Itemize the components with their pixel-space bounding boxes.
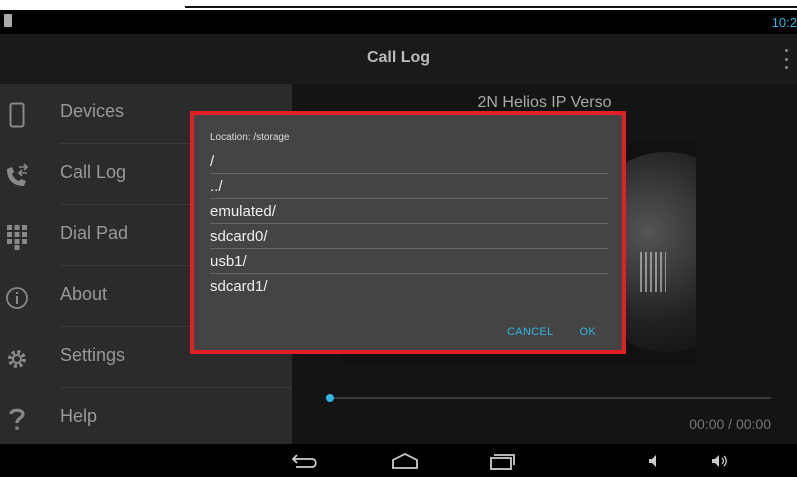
action-bar: Call Log <box>0 34 797 84</box>
file-item-emulated[interactable]: emulated/ <box>210 199 608 224</box>
file-item-usb1[interactable]: usb1/ <box>210 249 608 274</box>
info-icon <box>4 285 30 311</box>
file-item-sdcard1[interactable]: sdcard1/ <box>210 274 608 299</box>
volume-up-button[interactable] <box>702 450 738 472</box>
seek-bar[interactable] <box>326 394 771 402</box>
file-item-parent[interactable]: ../ <box>210 174 608 199</box>
gear-icon <box>4 346 30 372</box>
back-button[interactable] <box>287 450 323 472</box>
sidebar-item-help[interactable]: Help <box>0 389 292 449</box>
file-picker-dialog: Location: /storage / ../ emulated/ sdcar… <box>190 111 626 354</box>
navigation-bar <box>0 444 797 477</box>
camera-image-detail <box>640 252 666 292</box>
file-item-sdcard0[interactable]: sdcard0/ <box>210 224 608 249</box>
recent-apps-icon <box>490 454 515 470</box>
ok-button[interactable]: OK <box>580 326 597 338</box>
dialog-buttons: CANCEL OK <box>507 326 596 338</box>
divider <box>60 387 292 388</box>
playback-time: 00:00 / 00:00 <box>689 416 771 432</box>
status-bar: 10:2 <box>0 10 797 34</box>
call-log-icon <box>4 163 30 189</box>
seek-handle[interactable] <box>326 394 334 402</box>
home-button[interactable] <box>387 450 423 472</box>
page-title: Call Log <box>366 49 431 66</box>
back-icon <box>291 454 317 468</box>
top-edge <box>0 0 797 10</box>
cancel-button[interactable]: CANCEL <box>507 326 553 338</box>
volume-down-icon <box>649 455 656 467</box>
sidebar-item-label: Devices <box>60 101 125 121</box>
sidebar-item-label: Dial Pad <box>60 223 129 243</box>
sd-card-icon <box>4 14 12 27</box>
status-clock: 10:2 <box>771 15 797 30</box>
sidebar-item-label: Call Log <box>60 162 127 182</box>
file-list: / ../ emulated/ sdcard0/ usb1/ sdcard1/ <box>210 149 608 299</box>
sidebar-item-label: Settings <box>60 345 126 365</box>
help-icon <box>4 407 30 433</box>
overflow-menu-icon[interactable] <box>785 49 789 69</box>
file-item-root[interactable]: / <box>210 149 608 174</box>
recent-apps-button[interactable] <box>484 450 520 472</box>
volume-up-icon <box>712 455 727 467</box>
phone-icon <box>4 102 30 128</box>
sidebar-item-label: Help <box>60 406 98 426</box>
sidebar-item-label: About <box>60 284 108 304</box>
dialog-location: Location: /storage <box>210 132 290 143</box>
device-title: 2N Helios IP Verso <box>477 94 612 111</box>
home-icon <box>392 452 418 469</box>
dialpad-icon <box>4 224 30 250</box>
volume-down-button[interactable] <box>636 450 672 472</box>
